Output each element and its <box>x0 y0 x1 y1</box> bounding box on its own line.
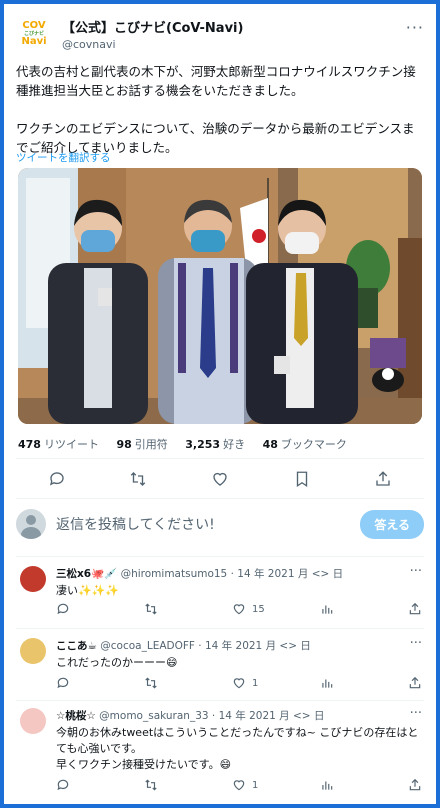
reply-item[interactable]: ☆桃桜☆ @momo_sakuran_33 · 14 年 2021 月 <> 日… <box>16 706 424 778</box>
reply-author-handle[interactable]: @hiromimatsumo15 <box>121 568 228 580</box>
like-count: 15 <box>252 603 265 615</box>
bookmark-stat[interactable]: 48 ブックマーク <box>263 438 347 451</box>
more-icon[interactable]: ··· <box>410 706 422 721</box>
retweet-stat[interactable]: 478 リツイート <box>18 438 99 451</box>
photo-illustration <box>18 168 422 424</box>
reply-icon[interactable] <box>48 470 66 488</box>
like-count: 1 <box>252 779 259 791</box>
divider <box>16 628 424 629</box>
reply-icon[interactable] <box>56 602 116 616</box>
reply-header: ☆桃桜☆ @momo_sakuran_33 · 14 年 2021 月 <> 日 <box>56 708 424 723</box>
reply-header: ここあ☕ @cocoa_LEADOFF · 14 年 2021 月 <> 日 <box>56 638 424 653</box>
reply-date[interactable]: · 14 年 2021 月 <> 日 <box>198 640 311 652</box>
retweet-icon[interactable] <box>144 778 204 792</box>
tweet-header: COV こびナビ Navi 【公式】こびナビ(CoV-Navi) @covnav… <box>16 14 424 54</box>
avatar[interactable] <box>20 708 46 734</box>
reply-author-name[interactable]: 三松x6 <box>56 568 91 580</box>
reply-header: 三松x6🐙💉 @hiromimatsumo15 · 14 年 2021 月 <>… <box>56 566 424 581</box>
reply-author-emoji: 🐙💉 <box>91 568 118 580</box>
reply-author-name[interactable]: ここあ☕ <box>56 640 97 652</box>
more-icon[interactable]: ··· <box>410 636 422 651</box>
tweet-text: 代表の吉村と副代表の木下が、河野太郎新型コロナウイルスワクチン接種推進担当大臣と… <box>16 64 416 155</box>
reply-icon[interactable] <box>56 778 116 792</box>
translate-link[interactable]: ツイートを翻訳する <box>16 150 111 165</box>
reply-icon[interactable] <box>56 676 116 690</box>
tweet-actions <box>16 470 424 488</box>
author-handle[interactable]: @covnavi <box>62 38 243 51</box>
share-icon[interactable] <box>408 602 422 616</box>
reply-input[interactable]: 返信を投稿してください! <box>56 514 360 534</box>
reply-date[interactable]: · 14 年 2021 月 <> 日 <box>231 568 344 580</box>
tweet-photo[interactable] <box>18 168 422 424</box>
like-count: 1 <box>252 677 259 689</box>
views-icon[interactable] <box>320 778 380 792</box>
reply-text: これだったのかーーー😄 <box>56 656 178 669</box>
reply-actions: 15 <box>56 602 422 616</box>
share-icon[interactable] <box>408 778 422 792</box>
share-icon[interactable] <box>374 470 392 488</box>
reply-composer: 返信を投稿してください! 答える <box>16 504 424 544</box>
views-icon[interactable] <box>320 676 380 690</box>
logo-text-top: COV <box>22 20 46 31</box>
reply-button[interactable]: 答える <box>360 509 424 539</box>
like-icon[interactable]: 1 <box>232 676 292 690</box>
share-icon[interactable] <box>408 676 422 690</box>
retweet-icon[interactable] <box>144 676 204 690</box>
divider <box>16 458 424 459</box>
divider <box>16 700 424 701</box>
like-icon[interactable]: 15 <box>232 602 292 616</box>
logo-text-bottom: Navi <box>21 36 47 47</box>
author-block: 【公式】こびナビ(CoV-Navi) @covnavi <box>62 17 243 51</box>
reply-body: 三松x6🐙💉 @hiromimatsumo15 · 14 年 2021 月 <>… <box>56 566 424 599</box>
my-avatar <box>16 509 46 539</box>
quote-stat[interactable]: 98 引用符 <box>116 438 167 451</box>
more-icon[interactable]: ··· <box>406 18 424 37</box>
reply-author-name[interactable]: ☆桃桜☆ <box>56 710 96 722</box>
views-icon[interactable] <box>320 602 380 616</box>
tweet-detail: COV こびナビ Navi 【公式】こびナビ(CoV-Navi) @covnav… <box>4 4 436 804</box>
tweet-stats: 478 リツイート 98 引用符 3,253 好き 48 ブックマーク <box>18 436 361 452</box>
more-icon[interactable]: ··· <box>410 564 422 579</box>
reply-text: 今朝のお休みtweetはこういうことだったんですね~ こびナビの存在はとても心強… <box>56 726 419 771</box>
reply-actions: 1 <box>56 676 422 690</box>
like-icon[interactable]: 1 <box>232 778 292 792</box>
retweet-icon[interactable] <box>129 470 147 488</box>
reply-actions: 1 <box>56 778 422 792</box>
author-display-name[interactable]: 【公式】こびナビ(CoV-Navi) <box>62 17 243 36</box>
avatar[interactable] <box>20 566 46 592</box>
like-stat[interactable]: 3,253 好き <box>185 438 245 451</box>
bookmark-icon[interactable] <box>293 470 311 488</box>
reply-body: ☆桃桜☆ @momo_sakuran_33 · 14 年 2021 月 <> 日… <box>56 708 424 773</box>
reply-text: 凄い✨✨✨ <box>56 584 120 597</box>
reply-author-handle[interactable]: @momo_sakuran_33 <box>99 710 208 722</box>
covnavi-avatar[interactable]: COV こびナビ Navi <box>16 16 52 52</box>
divider <box>16 556 424 557</box>
retweet-icon[interactable] <box>144 602 204 616</box>
reply-body: ここあ☕ @cocoa_LEADOFF · 14 年 2021 月 <> 日 こ… <box>56 638 424 671</box>
reply-author-handle[interactable]: @cocoa_LEADOFF <box>100 640 195 652</box>
divider <box>16 498 424 499</box>
reply-date[interactable]: · 14 年 2021 月 <> 日 <box>212 710 325 722</box>
like-icon[interactable] <box>211 470 229 488</box>
avatar[interactable] <box>20 638 46 664</box>
